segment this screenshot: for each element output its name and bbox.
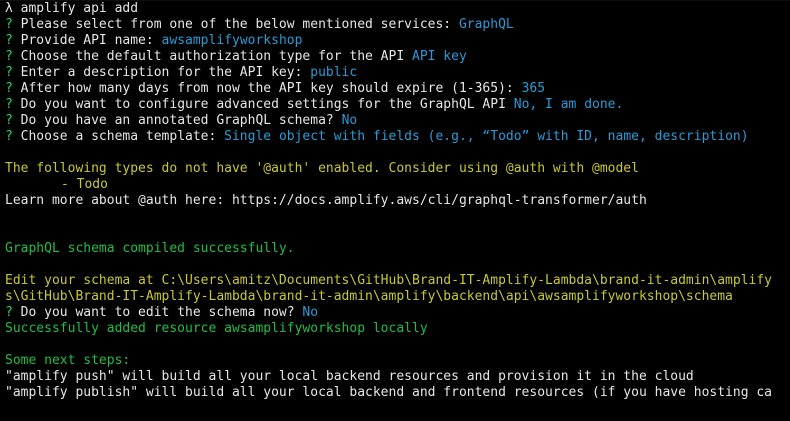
command-text: amplify api add xyxy=(20,1,139,16)
edit-schema-path-line-1: Edit your schema at C:\Users\amitz\Docum… xyxy=(5,273,773,288)
terminal-window[interactable]: λ amplify api add ? Please select from o… xyxy=(0,0,790,421)
prompt-question: Do you want to edit the schema now? xyxy=(20,305,295,320)
prompt-answer: No, I am done. xyxy=(513,97,624,112)
prompt-question: Choose the default authorization type fo… xyxy=(20,49,405,64)
next-steps-title: Some next steps: xyxy=(5,353,131,368)
prompt-line-advanced-settings: ? Do you want to configure advanced sett… xyxy=(5,97,623,113)
prompt-question: Please select from one of the below ment… xyxy=(20,17,452,32)
question-mark: ? xyxy=(5,81,13,96)
prompt-question: After how many days from now the API key… xyxy=(20,81,514,96)
question-mark: ? xyxy=(5,97,13,112)
auth-warning-line: The following types do not have '@auth' … xyxy=(5,161,639,176)
prompt-answer: 365 xyxy=(521,81,546,96)
question-mark: ? xyxy=(5,49,13,64)
question-mark: ? xyxy=(5,17,13,32)
question-mark: ? xyxy=(5,65,13,80)
question-mark: ? xyxy=(5,305,13,320)
learn-more-line: Learn more about @auth here: https://doc… xyxy=(5,193,647,208)
auth-warning-type: - Todo xyxy=(61,177,108,192)
prompt-question: Do you want to configure advanced settin… xyxy=(20,97,506,112)
prompt-line-key-expiry: ? After how many days from now the API k… xyxy=(5,81,545,97)
question-mark: ? xyxy=(5,129,13,144)
next-step-publish: "amplify publish" will build all your lo… xyxy=(5,385,773,400)
edit-schema-path-line-2: s\GitHub\Brand-IT-Amplify-Lambda\brand-i… xyxy=(5,289,733,304)
prompt-answer: No xyxy=(341,113,358,128)
resource-added-message: Successfully added resource awsamplifywo… xyxy=(5,321,428,336)
prompt-line-schema-template: ? Choose a schema template: Single objec… xyxy=(5,129,749,145)
prompt-line-api-name: ? Provide API name: awsamplifyworkshop xyxy=(5,33,302,49)
prompt-line-auth-type: ? Choose the default authorization type … xyxy=(5,49,467,65)
question-mark: ? xyxy=(5,33,13,48)
prompt-answer: GraphQL xyxy=(458,17,514,32)
prompt-answer: awsamplifyworkshop xyxy=(161,33,303,48)
prompt-question: Choose a schema template: xyxy=(20,129,217,144)
command-line: λ amplify api add xyxy=(5,1,138,17)
question-mark: ? xyxy=(5,113,13,128)
prompt-line-key-description: ? Enter a description for the API key: p… xyxy=(5,65,357,81)
next-step-push: "amplify push" will build all your local… xyxy=(5,369,694,384)
prompt-question: Provide API name: xyxy=(20,33,154,48)
prompt-question: Do you have an annotated GraphQL schema? xyxy=(20,113,334,128)
prompt-answer: No xyxy=(302,305,319,320)
prompt-answer: API key xyxy=(412,49,467,64)
prompt-lambda-symbol: λ xyxy=(5,1,13,16)
prompt-answer: public xyxy=(310,65,358,80)
prompt-line-edit-schema: ? Do you want to edit the schema now? No xyxy=(5,305,318,321)
prompt-answer: Single object with fields (e.g., “Todo” … xyxy=(224,129,749,144)
prompt-question: Enter a description for the API key: xyxy=(20,65,303,80)
prompt-line-annotated-schema: ? Do you have an annotated GraphQL schem… xyxy=(5,113,357,129)
prompt-line-service: ? Please select from one of the below me… xyxy=(5,17,514,33)
schema-compiled-message: GraphQL schema compiled successfully. xyxy=(5,241,295,256)
